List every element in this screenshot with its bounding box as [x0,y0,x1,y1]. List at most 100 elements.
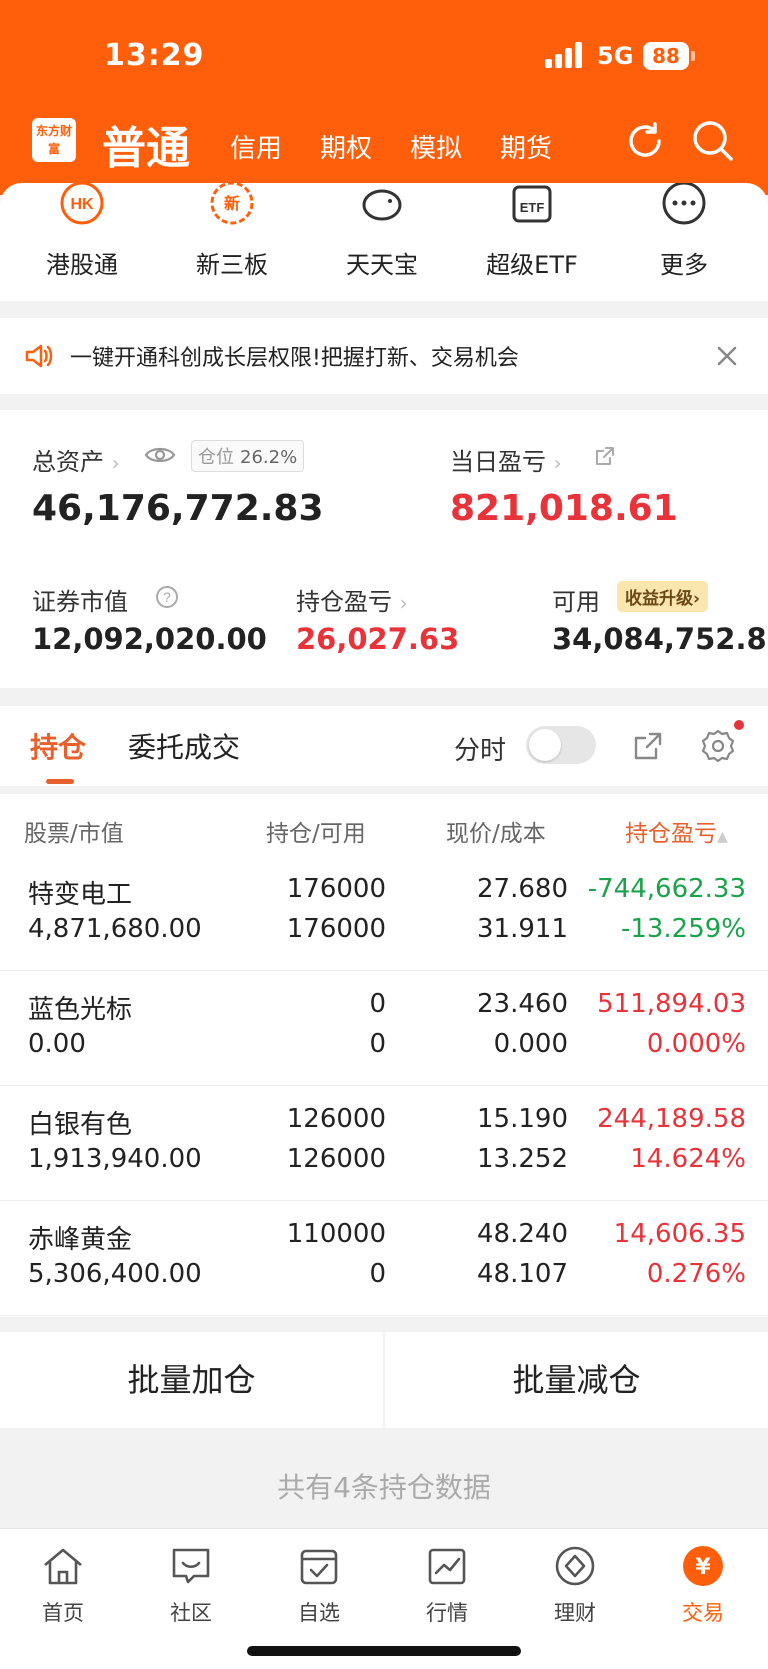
shortcut-neeq[interactable]: 新 新三板 [172,183,292,280]
share-icon[interactable] [594,445,616,467]
shortcut-tiantianbao[interactable]: 天天宝 [322,189,442,280]
available-label: 可用 [552,588,600,616]
app-header: 13:29 5G 88 东方财富 普通 信用 期权 模拟 期货 [0,0,768,195]
watchlist-icon [300,1549,338,1585]
holding-pnl-label[interactable]: 持仓盈亏 › [296,582,408,617]
tab-options[interactable]: 期权 [320,128,372,165]
batch-add-button[interactable]: 批量加仓 [0,1332,383,1428]
available-qty: 0 [369,1029,386,1059]
col-position-available: 持仓/可用 [266,821,366,847]
daily-pnl-label[interactable]: 当日盈亏 › [450,442,562,477]
shortcut-more[interactable]: 更多 [624,183,744,280]
refresh-icon[interactable] [622,118,668,164]
available-value: 34,084,752.83 [552,622,768,656]
col-stock-marketvalue: 股票/市值 [24,821,124,847]
holding-pnl: 511,894.03 [597,989,746,1019]
new-board-icon: 新 [208,183,256,235]
position-qty: 110000 [286,1219,386,1249]
nav-trade[interactable]: ¥ 交易 [653,1545,753,1627]
nav-market[interactable]: 行情 [397,1545,497,1627]
available-qty: 176000 [286,914,386,944]
stock-name: 白银有色 [28,1110,133,1140]
network-type: 5G [597,42,634,70]
position-qty: 176000 [286,874,386,904]
more-icon [660,183,708,235]
position-qty: 126000 [286,1104,386,1134]
tab-holdings[interactable]: 持仓 [30,726,86,766]
wealth-icon [555,1546,595,1586]
stock-market-value: 0.00 [28,1029,86,1059]
tab-futures[interactable]: 期货 [500,128,552,165]
table-row[interactable]: 特变电工 4,871,680.00 176000 176000 27.680 31.911… [0,856,768,971]
table-row[interactable]: 蓝色光标 0.00 0 0 23.460 0.000 511,894.03 0.000% [0,971,768,1086]
stock-market-value: 1,913,940.00 [28,1144,202,1174]
holding-pnl-pct: 0.000% [646,1029,746,1059]
holding-pnl-pct: 0.276% [646,1259,746,1289]
stock-market-value: 4,871,680.00 [28,914,202,944]
search-icon[interactable] [690,118,736,164]
nav-community[interactable]: 社区 [141,1545,241,1627]
signal-icon [545,42,585,68]
home-icon [44,1548,82,1585]
tab-orders-trades[interactable]: 委托成交 [128,726,240,766]
available-qty: 0 [369,1259,386,1289]
table-row[interactable]: 赤峰黄金 5,306,400.00 110000 0 48.240 48.107 14,60… [0,1201,768,1316]
tab-normal[interactable]: 普通 [102,112,190,176]
nav-home[interactable]: 首页 [13,1545,113,1627]
holding-pnl-pct: 14.624% [630,1144,746,1174]
community-icon [172,1548,210,1584]
col-price-cost: 现价/成本 [446,821,546,847]
intraday-toggle[interactable] [526,726,596,764]
tab-simulation[interactable]: 模拟 [410,128,462,165]
nav-watchlist[interactable]: 自选 [269,1545,369,1627]
app-logo: 东方财富 [32,118,76,162]
position-ratio-badge: 仓位 26.2% [191,440,305,472]
table-row[interactable]: 白银有色 1,913,940.00 126000 126000 15.190 13.252… [0,1086,768,1201]
svg-text:¥: ¥ [695,1555,711,1580]
shortcut-hk-connect[interactable]: HK 港股通 [22,183,142,280]
svg-text:ETF: ETF [520,200,545,215]
chevron-right-icon: › [553,451,562,475]
status-bar: 13:29 5G 88 [0,0,768,110]
help-icon[interactable]: ? [155,585,179,609]
close-icon[interactable] [716,345,738,367]
status-time: 13:29 [104,38,205,73]
current-price: 23.460 [477,989,568,1019]
holding-pnl: -744,662.33 [587,874,746,904]
holding-pnl-pct: -13.259% [620,914,746,944]
market-value-label: 证券市值 [32,588,128,616]
battery-icon: 88 [643,42,689,70]
chevron-right-icon: › [399,591,408,615]
settings-icon[interactable] [700,728,736,764]
shortcut-super-etf[interactable]: ETF 超级ETF [472,185,592,280]
current-price: 48.240 [477,1219,568,1249]
notice-banner[interactable]: 一键开通科创成长层权限!把握打新、交易机会 [0,318,768,394]
cost-price: 48.107 [477,1259,568,1289]
battery-tip [691,51,695,61]
stock-name: 赤峰黄金 [28,1225,133,1255]
current-price: 15.190 [477,1104,568,1134]
cost-price: 0.000 [493,1029,568,1059]
holdings-panel: 持仓 委托成交 分时 股票/市值 持仓/可用 现价/成本 持仓盈亏▲ 特变电工 4… [0,706,768,1317]
batch-reduce-button[interactable]: 批量减仓 [385,1332,768,1428]
sort-icon: ▲ [717,829,728,845]
current-price: 27.680 [477,874,568,904]
nav-wealth[interactable]: 理财 [525,1545,625,1627]
active-tab-indicator [46,779,74,784]
cost-price: 13.252 [477,1144,568,1174]
income-upgrade-badge[interactable]: 收益升级› [617,581,709,612]
total-assets-label[interactable]: 总资产 › [32,442,120,477]
intraday-label: 分时 [454,736,507,766]
total-assets-value: 46,176,772.83 [32,488,324,529]
trade-icon: ¥ [683,1546,723,1586]
asset-summary: 总资产 › 仓位 26.2% 46,176,772.83 当日盈亏 › 821,0… [0,410,768,688]
eye-icon[interactable] [144,444,176,466]
svg-text:HK: HK [70,196,94,213]
tab-credit[interactable]: 信用 [230,128,282,165]
holding-pnl: 244,189.58 [597,1104,746,1134]
etf-icon: ETF [508,185,556,235]
col-holding-pnl[interactable]: 持仓盈亏▲ [625,814,728,848]
export-icon[interactable] [632,730,664,762]
svg-text:新: 新 [224,194,240,213]
piggy-bank-icon [358,189,406,235]
